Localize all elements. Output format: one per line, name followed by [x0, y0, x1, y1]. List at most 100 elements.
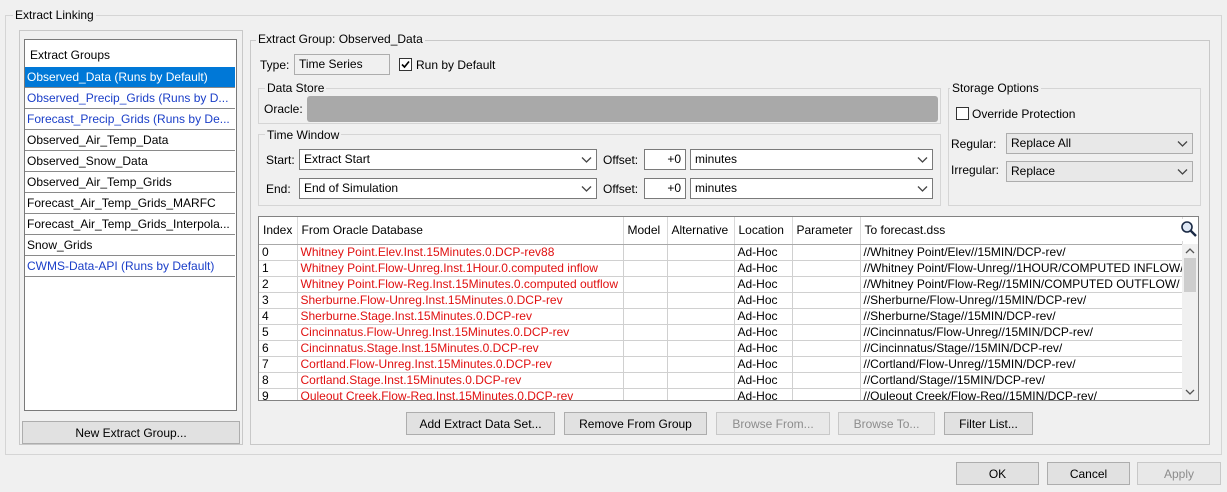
table-cell[interactable]: //Cortland/Flow-Unreg//15MIN/DCP-rev/ [860, 356, 1183, 373]
table-row[interactable]: 6 Cincinnatus.Stage.Inst.15Minutes.0.DCP-… [259, 340, 1183, 357]
table-cell[interactable] [792, 292, 861, 309]
table-cell[interactable]: //Whitney Point/Elev//15MIN/DCP-rev/ [860, 244, 1183, 261]
column-header[interactable]: Index [259, 217, 298, 245]
start-offset-unit-select[interactable]: minutes [690, 149, 933, 170]
add-extract-data-set-button[interactable]: Add Extract Data Set... [406, 412, 555, 435]
table-cell[interactable]: //Cortland/Stage//15MIN/DCP-rev/ [860, 372, 1183, 389]
table-cell[interactable]: Whitney Point.Flow-Unreg.Inst.1Hour.0.co… [297, 260, 624, 277]
ok-button[interactable]: OK [956, 462, 1039, 485]
table-cell[interactable]: Ouleout Creek.Flow-Reg.Inst.15Minutes.0.… [297, 388, 624, 400]
table-cell[interactable] [792, 340, 861, 357]
table-cell[interactable]: Cortland.Stage.Inst.15Minutes.0.DCP-rev [297, 372, 624, 389]
table-cell[interactable] [623, 356, 668, 373]
table-cell[interactable]: Whitney Point.Flow-Reg.Inst.15Minutes.0.… [297, 276, 624, 293]
table-cell[interactable]: Ad-Hoc [734, 388, 793, 400]
group-item[interactable]: Observed_Precip_Grids (Runs by D... [25, 88, 235, 109]
table-cell[interactable]: 1 [259, 260, 298, 277]
table-cell[interactable] [667, 260, 735, 277]
table-cell[interactable] [792, 388, 861, 400]
column-header[interactable]: To forecast.dss [860, 217, 1183, 245]
table-cell[interactable] [667, 276, 735, 293]
group-item[interactable]: Snow_Grids [25, 235, 235, 256]
table-row[interactable]: 0 Whitney Point.Elev.Inst.15Minutes.0.DCP… [259, 244, 1183, 261]
table-cell[interactable]: 5 [259, 324, 298, 341]
table-cell[interactable] [667, 356, 735, 373]
group-item[interactable]: Observed_Data (Runs by Default) [25, 67, 235, 88]
browse-from-button[interactable]: Browse From... [716, 412, 830, 435]
table-cell[interactable]: 0 [259, 244, 298, 261]
table-cell[interactable] [623, 388, 668, 400]
start-offset-input[interactable]: +0 [644, 149, 686, 170]
table-cell[interactable]: Ad-Hoc [734, 356, 793, 373]
regular-select[interactable]: Replace All [1006, 133, 1193, 154]
end-select[interactable]: End of Simulation [299, 178, 597, 199]
table-cell[interactable]: Ad-Hoc [734, 244, 793, 261]
group-item[interactable]: Forecast_Air_Temp_Grids_MARFC [25, 193, 235, 214]
table-cell[interactable]: //Cincinnatus/Stage//15MIN/DCP-rev/ [860, 340, 1183, 357]
table-cell[interactable]: //Whitney Point/Flow-Unreg//1HOUR/COMPUT… [860, 260, 1183, 277]
group-item[interactable]: Observed_Air_Temp_Grids [25, 172, 235, 193]
table-cell[interactable]: 4 [259, 308, 298, 325]
table-cell[interactable] [792, 308, 861, 325]
table-cell[interactable]: Cortland.Flow-Unreg.Inst.15Minutes.0.DCP… [297, 356, 624, 373]
table-cell[interactable] [623, 308, 668, 325]
group-item[interactable]: Forecast_Air_Temp_Grids_Interpola... [25, 214, 235, 235]
table-cell[interactable] [623, 372, 668, 389]
table-row[interactable]: 4 Sherburne.Stage.Inst.15Minutes.0.DCP-re… [259, 308, 1183, 325]
table-cell[interactable] [623, 276, 668, 293]
group-item[interactable]: Forecast_Precip_Grids (Runs by De... [25, 109, 235, 130]
table-cell[interactable] [623, 260, 668, 277]
table-cell[interactable] [667, 340, 735, 357]
scroll-up-icon[interactable] [1185, 247, 1195, 255]
table-cell[interactable] [667, 324, 735, 341]
table-cell[interactable]: 9 [259, 388, 298, 400]
table-cell[interactable] [792, 356, 861, 373]
table-cell[interactable]: Cincinnatus.Flow-Unreg.Inst.15Minutes.0.… [297, 324, 624, 341]
table-cell[interactable]: Ad-Hoc [734, 276, 793, 293]
table-cell[interactable] [667, 372, 735, 389]
table-cell[interactable] [623, 292, 668, 309]
table-row[interactable]: 7 Cortland.Flow-Unreg.Inst.15Minutes.0.DC… [259, 356, 1183, 373]
table-cell[interactable]: //Whitney Point/Flow-Reg//15MIN/COMPUTED… [860, 276, 1183, 293]
table-cell[interactable]: Sherburne.Flow-Unreg.Inst.15Minutes.0.DC… [297, 292, 624, 309]
group-item[interactable]: Observed_Air_Temp_Data [25, 130, 235, 151]
table-cell[interactable] [623, 340, 668, 357]
table-cell[interactable]: 2 [259, 276, 298, 293]
table-cell[interactable]: Ad-Hoc [734, 340, 793, 357]
table-cell[interactable]: //Ouleout Creek/Flow-Reg//15MIN/DCP-rev/ [860, 388, 1183, 400]
scroll-down-icon[interactable] [1185, 388, 1195, 396]
table-cell[interactable] [792, 244, 861, 261]
column-header[interactable]: From Oracle Database [297, 217, 624, 245]
column-header[interactable]: Alternative [667, 217, 735, 245]
table-cell[interactable]: Sherburne.Stage.Inst.15Minutes.0.DCP-rev [297, 308, 624, 325]
table-cell[interactable] [792, 276, 861, 293]
browse-to-button[interactable]: Browse To... [838, 412, 935, 435]
column-header[interactable]: Location [734, 217, 793, 245]
table-row[interactable]: 3 Sherburne.Flow-Unreg.Inst.15Minutes.0.D… [259, 292, 1183, 309]
start-select[interactable]: Extract Start [299, 149, 597, 170]
table-cell[interactable] [667, 292, 735, 309]
table-cell[interactable] [792, 372, 861, 389]
table-cell[interactable]: 3 [259, 292, 298, 309]
table-cell[interactable]: 7 [259, 356, 298, 373]
table-cell[interactable]: //Cincinnatus/Flow-Unreg//15MIN/DCP-rev/ [860, 324, 1183, 341]
column-header[interactable]: Parameter [792, 217, 861, 245]
table-cell[interactable]: Ad-Hoc [734, 308, 793, 325]
table-cell[interactable] [623, 244, 668, 261]
new-extract-group-button[interactable]: New Extract Group... [22, 421, 240, 444]
table-cell[interactable] [792, 260, 861, 277]
table-scrollbar[interactable] [1182, 244, 1198, 400]
end-offset-unit-select[interactable]: minutes [690, 178, 933, 199]
table-cell[interactable]: Ad-Hoc [734, 292, 793, 309]
irregular-select[interactable]: Replace [1006, 161, 1193, 182]
table-row[interactable]: 8 Cortland.Stage.Inst.15Minutes.0.DCP-rev… [259, 372, 1183, 389]
table-row[interactable]: 9 Ouleout Creek.Flow-Reg.Inst.15Minutes.0… [259, 388, 1183, 400]
table-cell[interactable] [623, 324, 668, 341]
apply-button[interactable]: Apply [1137, 462, 1221, 485]
table-cell[interactable] [667, 388, 735, 400]
end-offset-input[interactable]: +0 [644, 178, 686, 199]
group-item[interactable]: CWMS-Data-API (Runs by Default) [25, 256, 235, 277]
table-cell[interactable]: Whitney Point.Elev.Inst.15Minutes.0.DCP-… [297, 244, 624, 261]
table-cell[interactable]: Cincinnatus.Stage.Inst.15Minutes.0.DCP-r… [297, 340, 624, 357]
table-cell[interactable]: Ad-Hoc [734, 372, 793, 389]
